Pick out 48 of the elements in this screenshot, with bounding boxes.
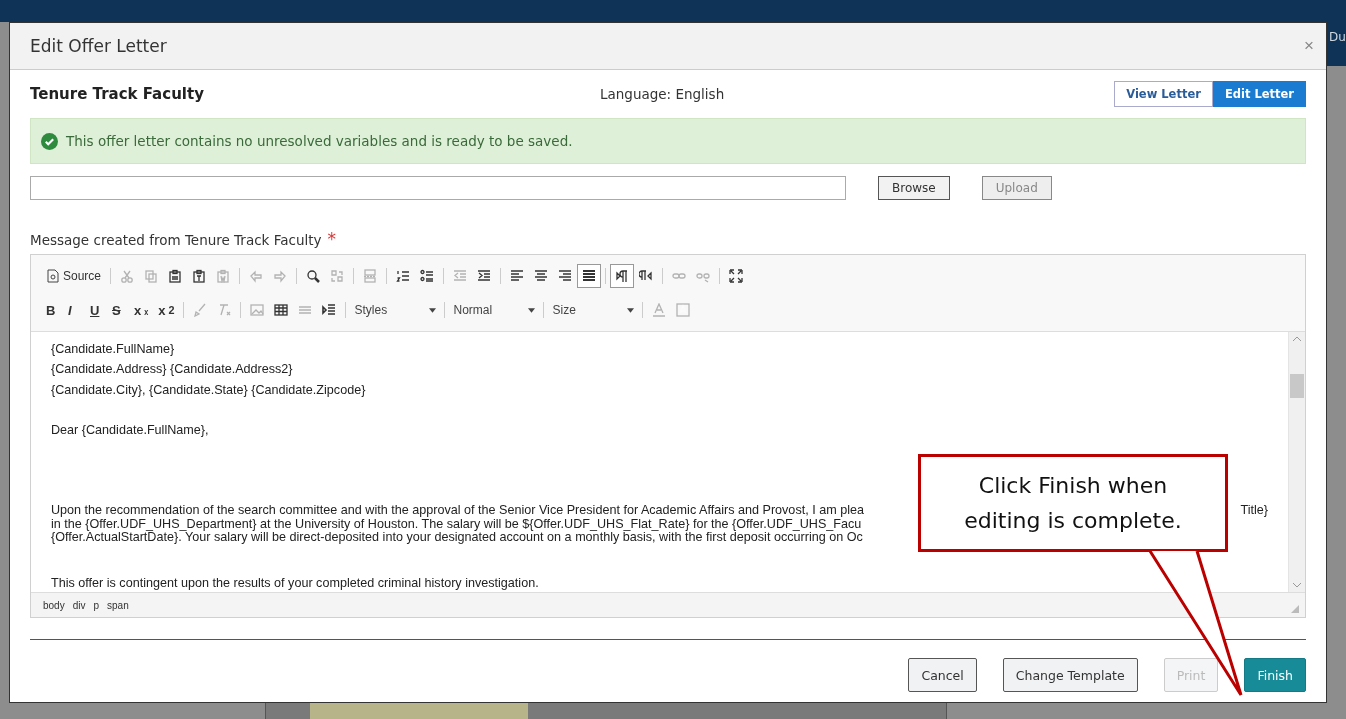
message-label: Message created from Tenure Track Faculty	[30, 232, 322, 248]
dialog-title: Edit Offer Letter	[30, 36, 167, 56]
letter-text: {Candidate.City}, {Candidate.State} {Candidate.Zipcode}	[51, 382, 366, 399]
format-button[interactable]: I	[63, 298, 85, 322]
view-toggle-tab[interactable]: View Letter	[1114, 81, 1213, 107]
dropdown[interactable]: Normal	[449, 299, 540, 321]
letter-text: in the {Offer.UDF_UHS_Department} at the University of Houston. The salary will be ${Offer.UDF_UHS_Flat_Rate} for the {Offer.UDF_UHS_Facu	[51, 517, 862, 531]
footer-button[interactable]: Finish	[1244, 658, 1306, 692]
scroll-thumb[interactable]	[1290, 374, 1304, 398]
scroll-down-icon[interactable]	[1292, 582, 1302, 588]
source-button[interactable]: Source	[41, 264, 107, 288]
letter-text: {Offer.ActualStartDate}. Your salary will be direct-deposited into your designated account on a monthly basis, with the first deposit occurring on Oc	[51, 531, 863, 545]
letter-text: {Candidate.Address} {Candidate.Address2}	[51, 362, 293, 379]
element-path-item[interactable]: span	[107, 599, 129, 611]
caret-icon	[429, 307, 437, 313]
letter-text: Upon the recommendation of the search committee and with the approval of the Senior Vice President for Academic Affairs and Provost, I am plea	[51, 504, 864, 518]
file-path-field[interactable]	[30, 176, 846, 200]
footer-button[interactable]: Change Template	[1002, 658, 1138, 692]
language-label: Language: English	[600, 86, 726, 102]
caret-icon	[627, 307, 635, 313]
view-toggle-tab[interactable]: Edit Letter	[1212, 81, 1306, 107]
justify-icon[interactable]	[577, 264, 602, 288]
document-icon	[46, 269, 60, 283]
element-path-item[interactable]: body	[43, 599, 65, 611]
check-circle-icon	[41, 132, 58, 150]
pilcrow-icon[interactable]	[610, 264, 635, 288]
letter-text: This offer is contingent upon the results of your completed criminal history investigation.	[51, 576, 539, 590]
format-button[interactable]: S	[107, 298, 129, 322]
file-button[interactable]: Browse	[878, 176, 950, 200]
format-button[interactable]: U	[85, 298, 107, 322]
scroll-up-icon[interactable]	[1292, 336, 1302, 342]
format-button[interactable]: B	[41, 298, 63, 322]
element-path-item[interactable]: div	[72, 599, 86, 611]
dropdown[interactable]: Size	[548, 299, 639, 321]
scrollbar[interactable]	[1288, 332, 1305, 592]
letter-text: {Candidate.FullName}	[51, 342, 175, 358]
element-path-item[interactable]: p	[93, 599, 100, 611]
alert-message: This offer letter contains no unresolved variables and is ready to be saved.	[66, 133, 573, 149]
caret-icon	[528, 307, 536, 313]
required-mark: *	[327, 232, 337, 248]
header-text: Du	[1329, 30, 1346, 44]
letter-text: Title}	[1240, 504, 1268, 518]
letter-text: Dear {Candidate.FullName},	[51, 423, 209, 439]
resize-grip-icon[interactable]	[1291, 605, 1299, 613]
dropdown[interactable]: Styles	[350, 299, 441, 321]
callout-text: Click Finish when editing is complete.	[963, 471, 1183, 535]
template-name: Tenure Track Faculty	[30, 85, 205, 103]
footer-button[interactable]: Cancel	[908, 658, 977, 692]
